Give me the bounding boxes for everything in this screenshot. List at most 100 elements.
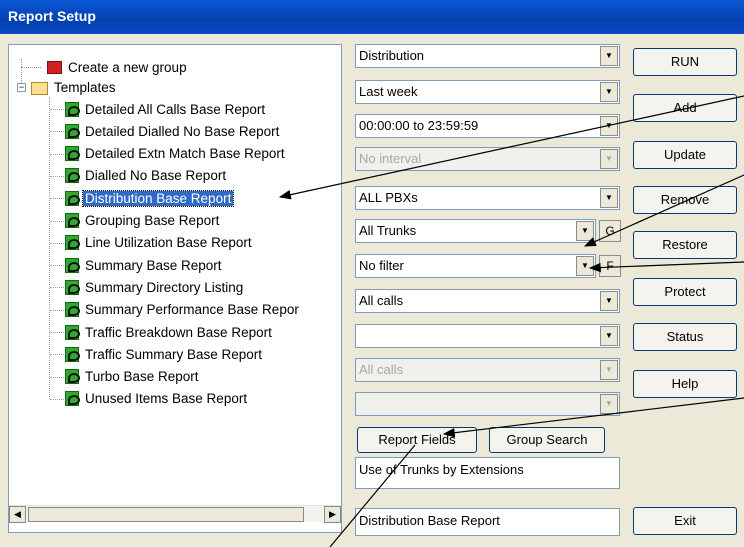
combo-value: All Trunks	[359, 223, 417, 238]
blank-combo[interactable]: ▼	[355, 324, 620, 348]
report-template-icon	[65, 235, 80, 251]
dropdown-arrow-icon: ▼	[600, 360, 618, 380]
horizontal-scrollbar[interactable]: ◀ ▶	[9, 505, 341, 523]
tree-item-label: Templates	[54, 79, 116, 95]
tree-item[interactable]: Dialled No Base Report	[65, 166, 228, 186]
open-folder-icon	[31, 81, 48, 95]
secondary-calls-combo: All calls ▼	[355, 358, 620, 382]
scroll-right-icon[interactable]: ▶	[324, 506, 341, 523]
report-template-icon	[65, 279, 80, 295]
report-template-icon	[65, 146, 80, 162]
update-button[interactable]: Update	[633, 141, 737, 169]
tree-item-label: Detailed All Calls Base Report	[85, 101, 266, 117]
tree-item[interactable]: Grouping Base Report	[65, 211, 221, 231]
combo-value: Last week	[359, 84, 418, 99]
tree-item-label: Grouping Base Report	[85, 213, 220, 228]
title-bar: Report Setup	[0, 0, 744, 34]
report-template-icon	[65, 190, 80, 206]
dropdown-arrow-icon[interactable]: ▼	[600, 326, 618, 346]
report-template-icon	[65, 302, 80, 318]
filter-combo[interactable]: No filter ▼	[355, 254, 596, 278]
dropdown-arrow-icon[interactable]: ▼	[600, 291, 618, 311]
dropdown-arrow-icon[interactable]: ▼	[600, 116, 618, 136]
calls-combo[interactable]: All calls ▼	[355, 289, 620, 313]
report-template-icon	[65, 257, 80, 273]
scroll-left-icon[interactable]: ◀	[9, 506, 26, 523]
tree-item[interactable]: Turbo Base Report	[65, 367, 201, 387]
tree-item-label: Turbo Base Report	[85, 369, 199, 385]
report-template-icon	[65, 213, 80, 228]
description-field[interactable]: Use of Trunks by Extensions	[355, 457, 620, 489]
tree-item[interactable]: Distribution Base Report	[65, 188, 235, 208]
tree-item-label: Line Utilization Base Report	[85, 235, 252, 251]
tree-item-label: Summary Performance Base Repor	[85, 302, 299, 318]
protect-button[interactable]: Protect	[633, 278, 737, 306]
tree-item-label: Traffic Summary Base Report	[85, 346, 263, 362]
disabled-blank-combo: ▼	[355, 392, 620, 416]
tree-item[interactable]: Unused Items Base Report	[65, 389, 249, 409]
tree-item[interactable]: Summary Base Report	[65, 255, 224, 275]
run-button[interactable]: RUN	[633, 48, 737, 76]
combo-value: All calls	[359, 362, 404, 377]
tree-item[interactable]: Detailed All Calls Base Report	[65, 99, 267, 119]
scroll-thumb[interactable]	[28, 507, 304, 522]
report-setup-window: Report Setup Create a new group − Templa…	[0, 0, 744, 547]
tree-item-label: Detailed Extn Match Base Report	[85, 146, 285, 162]
tree-item-label: Traffic Breakdown Base Report	[85, 324, 272, 340]
combo-value: Distribution	[359, 48, 425, 63]
combo-value: No filter	[359, 258, 404, 273]
group-select-button[interactable]: G	[599, 220, 621, 242]
restore-button[interactable]: Restore	[633, 231, 737, 259]
tree-item-label: Dialled No Base Report	[85, 168, 227, 184]
remove-button[interactable]: Remove	[633, 186, 737, 214]
collapse-icon[interactable]: −	[17, 83, 26, 92]
tree-item[interactable]: Detailed Extn Match Base Report	[65, 144, 287, 164]
tree-item-label: Unused Items Base Report	[85, 391, 248, 407]
help-button[interactable]: Help	[633, 370, 737, 398]
report-template-icon	[65, 346, 80, 362]
interval-combo: No interval ▼	[355, 147, 620, 171]
dropdown-arrow-icon: ▼	[600, 394, 618, 414]
tree-item[interactable]: Summary Directory Listing	[65, 277, 245, 297]
group-search-button[interactable]: Group Search	[489, 427, 605, 453]
dropdown-arrow-icon[interactable]: ▼	[600, 46, 618, 66]
report-template-icon	[65, 123, 80, 139]
status-button[interactable]: Status	[633, 323, 737, 351]
report-name-field[interactable]: Distribution Base Report	[355, 508, 620, 536]
tree-item-create-group[interactable]: Create a new group	[47, 57, 189, 77]
time-range-combo[interactable]: 00:00:00 to 23:59:59 ▼	[355, 114, 620, 138]
tree-item[interactable]: Detailed Dialled No Base Report	[65, 121, 281, 141]
tree-item-label: Detailed Dialled No Base Report	[85, 123, 280, 139]
report-template-icon	[65, 101, 80, 117]
exit-button[interactable]: Exit	[633, 507, 737, 535]
period-combo[interactable]: Last week ▼	[355, 80, 620, 104]
report-template-icon	[65, 324, 80, 340]
dropdown-arrow-icon[interactable]: ▼	[600, 188, 618, 208]
report-template-icon	[65, 369, 80, 385]
pbx-combo[interactable]: ALL PBXs ▼	[355, 186, 620, 210]
tree-item[interactable]: Summary Performance Base Repor	[65, 300, 301, 320]
dropdown-arrow-icon[interactable]: ▼	[576, 256, 594, 276]
dropdown-arrow-icon[interactable]: ▼	[600, 82, 618, 102]
trunks-combo[interactable]: All Trunks ▼	[355, 219, 596, 243]
combo-value: 00:00:00 to 23:59:59	[359, 118, 479, 133]
add-button[interactable]: Add	[633, 94, 737, 122]
combo-value: No interval	[359, 151, 422, 166]
dropdown-arrow-icon[interactable]: ▼	[576, 221, 594, 241]
combo-value: All calls	[359, 293, 404, 308]
dropdown-arrow-icon: ▼	[600, 149, 618, 169]
template-tree[interactable]: Create a new group − Templates Detailed …	[8, 44, 342, 533]
tree-item[interactable]: Line Utilization Base Report	[65, 233, 254, 253]
report-type-combo[interactable]: Distribution ▼	[355, 44, 620, 68]
report-template-icon	[65, 168, 80, 184]
tree-item-templates[interactable]: Templates	[31, 77, 118, 97]
tree-item-label: Summary Base Report	[85, 257, 222, 273]
filter-button[interactable]: F	[599, 255, 621, 277]
tree-item-label: Summary Directory Listing	[85, 279, 244, 295]
report-template-icon	[65, 391, 80, 407]
tree-item-label: Distribution Base Report	[81, 189, 235, 207]
report-fields-button[interactable]: Report Fields	[357, 427, 477, 453]
tree-item[interactable]: Traffic Breakdown Base Report	[65, 322, 274, 342]
new-group-icon	[47, 60, 62, 74]
tree-item[interactable]: Traffic Summary Base Report	[65, 344, 264, 364]
